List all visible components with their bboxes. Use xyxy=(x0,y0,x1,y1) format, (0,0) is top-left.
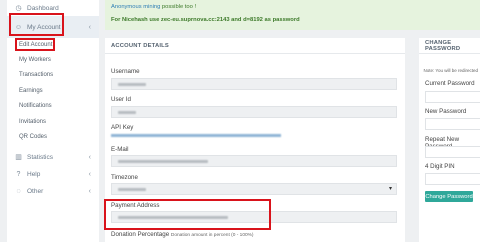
dashboard-icon: ◷ xyxy=(15,5,22,12)
sidebar-item-other[interactable]: ◌ Other ‹ xyxy=(7,183,99,199)
notice-line-2: For Nicehash use zec-eu.suprnova.cc:2143… xyxy=(111,17,300,23)
current-password-label: Current Password xyxy=(425,80,475,87)
chevron-left-icon: ‹ xyxy=(88,170,91,178)
panel-title: ACCOUNT DETAILS xyxy=(105,38,405,54)
new-password-input[interactable] xyxy=(425,118,480,130)
redacted-value xyxy=(118,160,208,163)
sidebar-item-label: Other xyxy=(27,187,44,195)
sidebar-subitem-notifications[interactable]: Notifications xyxy=(19,99,52,113)
sidebar-item-label: Statistics xyxy=(27,153,54,161)
username-field xyxy=(111,78,397,90)
timezone-label: Timezone xyxy=(111,174,138,181)
chevron-left-icon: ‹ xyxy=(88,153,91,161)
help-icon: ? xyxy=(16,170,21,178)
sidebar-item-statistics[interactable]: ▥ Statistics ‹ xyxy=(7,149,99,165)
sidebar: ◷ Dashboard ☺ My Account ‹ Edit Account … xyxy=(7,0,99,242)
redacted-value xyxy=(118,83,146,86)
sidebar-subitem-transactions[interactable]: Transactions xyxy=(19,68,53,82)
sidebar-item-help[interactable]: ? Help ‹ xyxy=(7,166,99,182)
highlight-box-my-account xyxy=(9,13,64,36)
user-id-field xyxy=(111,106,397,118)
pin-label: 4 Digit PIN xyxy=(425,163,455,170)
notice-line-1: Anonymous mining possible too ! xyxy=(111,4,197,10)
chevron-down-icon: ▾ xyxy=(388,186,392,192)
sidebar-item-label: Help xyxy=(27,170,41,178)
redirect-note: Note: You will be redirected xyxy=(423,68,478,73)
user-id-label: User Id xyxy=(111,96,131,103)
api-key-link[interactable] xyxy=(111,134,281,137)
new-password-label: New Password xyxy=(425,108,467,115)
change-password-button[interactable]: Change Password xyxy=(425,191,473,202)
email-label: E-Mail xyxy=(111,146,129,153)
sidebar-item-label: Dashboard xyxy=(27,4,59,12)
donation-label: Donation Percentage Donation amount in p… xyxy=(111,231,254,238)
current-password-input[interactable] xyxy=(425,91,480,103)
statistics-icon: ▥ xyxy=(15,154,22,161)
sidebar-subitem-earnings[interactable]: Earnings xyxy=(19,84,43,98)
email-field[interactable] xyxy=(111,155,397,167)
nicehash-notice: Anonymous mining possible too ! For Nice… xyxy=(105,0,480,30)
sidebar-subitem-invitations[interactable]: Invitations xyxy=(19,115,46,129)
api-key-label: API Key xyxy=(111,124,134,131)
redacted-value xyxy=(118,111,136,114)
timezone-select[interactable]: ▾ xyxy=(111,183,397,195)
pin-input[interactable] xyxy=(425,173,480,185)
change-password-panel: CHANGE PASSWORD Note: You will be redire… xyxy=(419,38,480,242)
chevron-left-icon: ‹ xyxy=(88,187,91,195)
sidebar-subitem-qr-codes[interactable]: QR Codes xyxy=(19,130,47,144)
sidebar-subitem-my-workers[interactable]: My Workers xyxy=(19,53,51,67)
highlight-box-payment-address xyxy=(104,199,271,230)
chevron-left-icon: ‹ xyxy=(88,23,91,31)
repeat-password-input[interactable] xyxy=(425,146,480,158)
redacted-value xyxy=(118,188,146,191)
panel-title: CHANGE PASSWORD xyxy=(419,38,480,54)
username-label: Username xyxy=(111,68,140,75)
highlight-box-edit-account xyxy=(15,38,55,51)
other-icon: ◌ xyxy=(16,187,21,195)
